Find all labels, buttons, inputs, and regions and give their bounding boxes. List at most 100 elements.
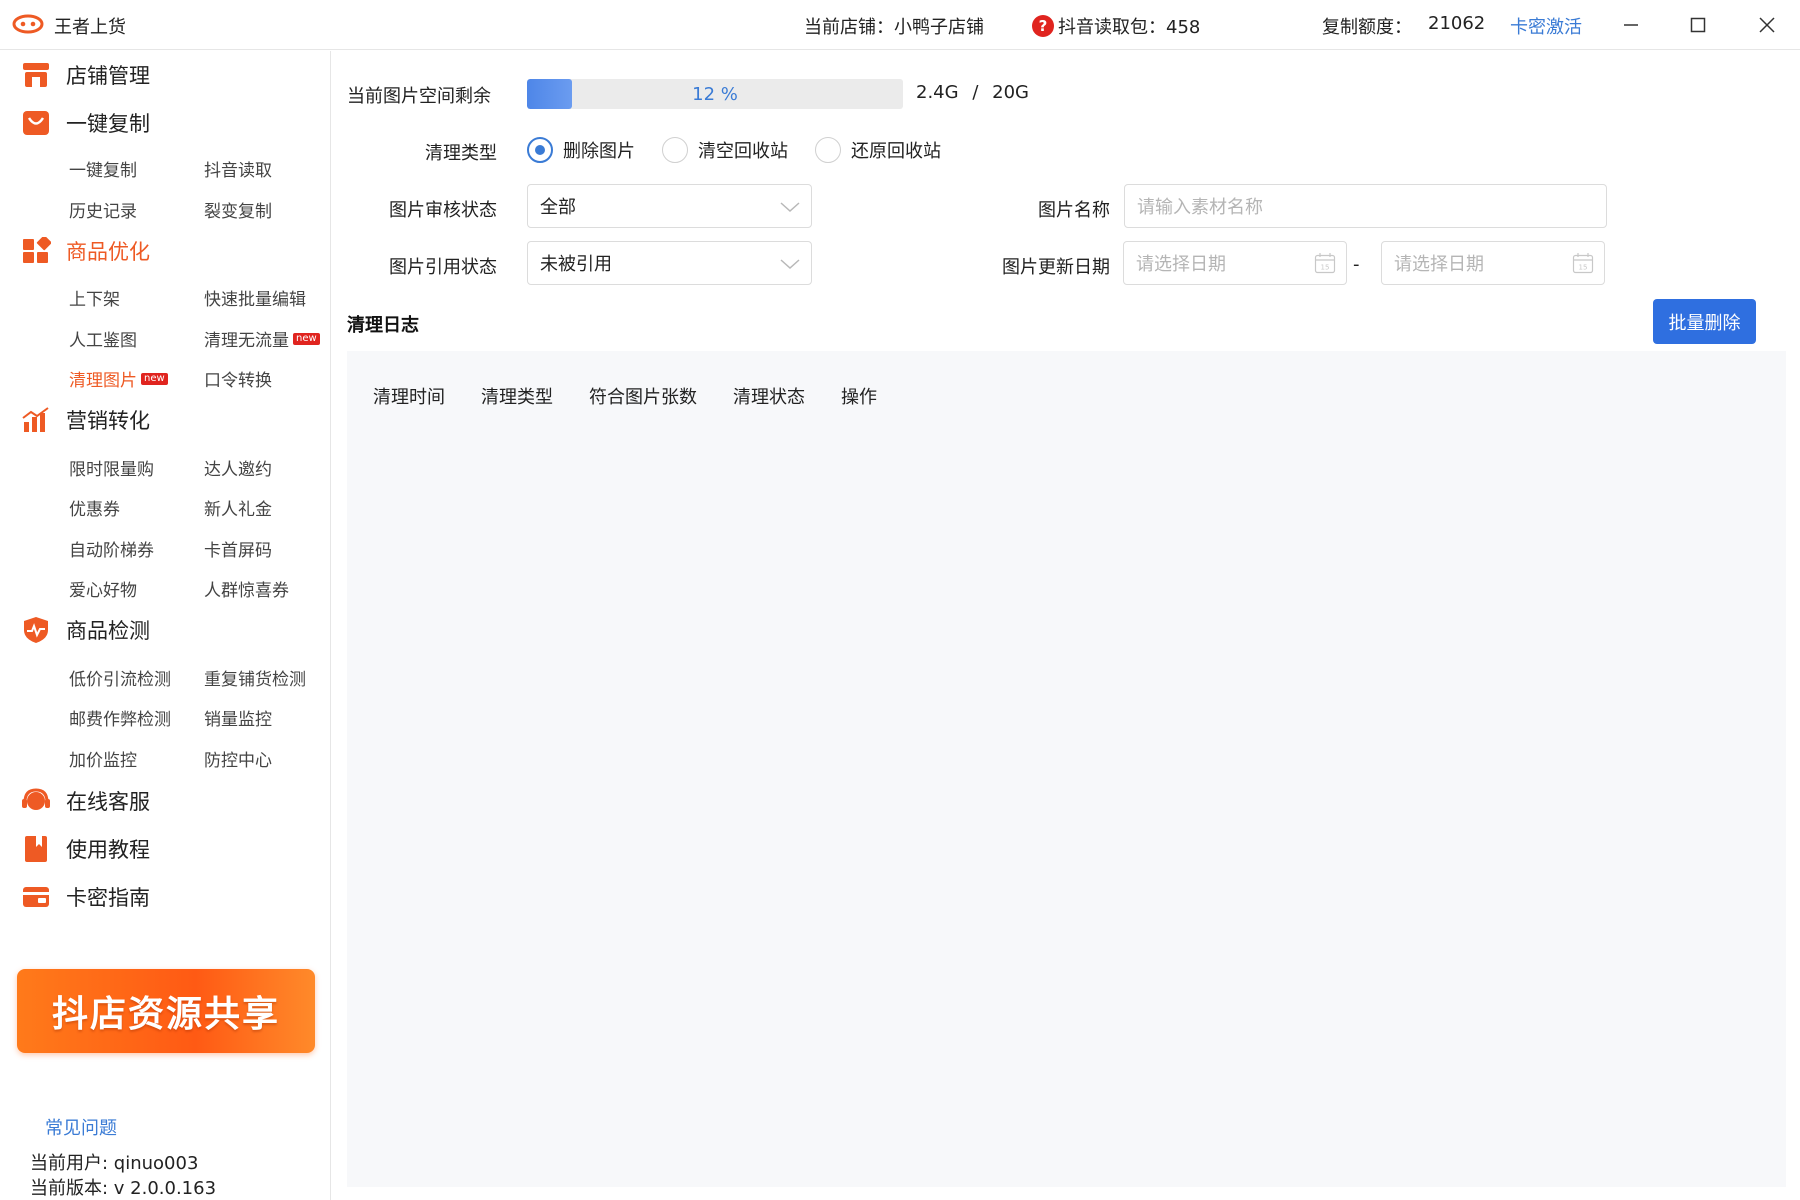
submenu-sales-monitor[interactable]: 销量监控 [204, 705, 272, 730]
submenu-influencer-invite[interactable]: 达人邀约 [204, 455, 272, 480]
sidebar-group-support[interactable]: 在线客服 [20, 786, 150, 816]
date-placeholder: 请选择日期 [1394, 254, 1484, 275]
submenu-clean-no-traffic[interactable]: 清理无流量 new [204, 326, 320, 351]
maximize-button[interactable] [1675, 8, 1721, 42]
capacity-text: 2.4G / 20G [916, 82, 1029, 103]
bag-icon [20, 108, 52, 138]
minimize-button[interactable] [1608, 8, 1654, 42]
column-clean-type[interactable]: 清理类型 [481, 383, 553, 409]
radio-label: 删除图片 [563, 141, 635, 162]
chart-icon [20, 405, 52, 435]
radio-dot [527, 137, 553, 163]
quota-value: 21062 [1428, 13, 1486, 34]
card-icon [20, 882, 52, 912]
faq-link[interactable]: 常见问题 [45, 1114, 117, 1140]
radio-restore-recycle-bin[interactable]: 还原回收站 [815, 137, 941, 163]
submenu-first-screen-code[interactable]: 卡首屏码 [204, 536, 272, 561]
sidebar-group-label: 商品优化 [66, 240, 150, 264]
svg-text:15: 15 [1321, 264, 1330, 272]
sidebar-group-store[interactable]: 店铺管理 [20, 60, 150, 90]
close-button[interactable] [1744, 8, 1790, 42]
capacity-used: 2.4G [916, 82, 959, 103]
submenu-duplicate-detect[interactable]: 重复铺货检测 [204, 665, 306, 690]
help-icon[interactable]: ? [1032, 15, 1054, 37]
submenu-price-monitor[interactable]: 加价监控 [69, 746, 137, 771]
sidebar-group-detect[interactable]: 商品检测 [20, 615, 150, 645]
sidebar-group-label: 使用教程 [66, 838, 150, 862]
clean-log-title: 清理日志 [347, 315, 419, 336]
column-clean-time[interactable]: 清理时间 [373, 383, 445, 409]
submenu-label: 清理无流量 [204, 331, 289, 351]
image-name-input[interactable]: 请输入素材名称 [1124, 184, 1607, 228]
sidebar-group-label: 营销转化 [66, 409, 150, 433]
new-badge: new [293, 332, 320, 345]
calendar-icon: 15 [1314, 253, 1336, 274]
maximize-icon [1690, 17, 1706, 33]
minimize-icon [1624, 24, 1638, 26]
radio-empty-recycle-bin[interactable]: 清空回收站 [662, 137, 788, 163]
end-date-input[interactable]: 请选择日期 15 [1381, 241, 1605, 285]
reference-status-label: 图片引用状态 [389, 257, 497, 278]
submenu-shipping-fraud-detect[interactable]: 邮费作弊检测 [69, 705, 171, 730]
title-bar: 王者上货 当前店铺：小鸭子店铺 ? 抖音读取包：458 复制额度： 21062 … [0, 0, 1800, 50]
submenu-manual-image-check[interactable]: 人工鉴图 [69, 326, 137, 351]
date-range-separator: - [1353, 254, 1360, 275]
date-placeholder: 请选择日期 [1136, 254, 1226, 275]
capacity-total: 20G [992, 82, 1029, 103]
sidebar-group-label: 商品检测 [66, 619, 150, 643]
submenu-love-goods[interactable]: 爱心好物 [69, 576, 137, 601]
sidebar-group-card-guide[interactable]: 卡密指南 [20, 882, 150, 912]
headset-icon [20, 786, 52, 816]
current-store: 当前店铺：小鸭子店铺 [804, 17, 984, 38]
sidebar-group-optimize[interactable]: 商品优化 [20, 236, 150, 266]
calendar-icon: 15 [1572, 253, 1594, 274]
submenu-coupon[interactable]: 优惠券 [69, 495, 120, 520]
start-date-input[interactable]: 请选择日期 15 [1123, 241, 1347, 285]
select-value: 未被引用 [540, 254, 612, 275]
app-title: 王者上货 [54, 17, 126, 38]
store-icon [20, 60, 52, 90]
submenu-shelf[interactable]: 上下架 [69, 285, 120, 310]
audit-status-select[interactable]: 全部 [527, 184, 812, 228]
batch-delete-button[interactable]: 批量删除 [1653, 299, 1756, 344]
submenu-label: 清理图片 [69, 371, 137, 391]
sidebar-group-label: 在线客服 [66, 790, 150, 814]
current-user: 当前用户: qinuo003 [30, 1153, 199, 1174]
chevron-down-icon [780, 202, 800, 213]
submenu-risk-center[interactable]: 防控中心 [204, 746, 272, 771]
submenu-one-click-copy[interactable]: 一键复制 [69, 156, 137, 181]
submenu-flash-sale[interactable]: 限时限量购 [69, 455, 154, 480]
submenu-fission-copy[interactable]: 裂变复制 [204, 197, 272, 222]
radio-label: 清空回收站 [698, 141, 788, 162]
clean-log-table [347, 351, 1786, 1187]
sidebar-group-copy[interactable]: 一键复制 [20, 108, 150, 138]
submenu-token-convert[interactable]: 口令转换 [204, 366, 272, 391]
sidebar-group-label: 卡密指南 [66, 886, 150, 910]
select-value: 全部 [540, 197, 576, 218]
submenu-clean-images[interactable]: 清理图片 new [69, 366, 168, 391]
reference-status-select[interactable]: 未被引用 [527, 241, 812, 285]
submenu-history[interactable]: 历史记录 [69, 197, 137, 222]
sidebar-group-marketing[interactable]: 营销转化 [20, 405, 150, 435]
progress-percent: 12 % [692, 83, 738, 105]
submenu-batch-edit[interactable]: 快速批量编辑 [204, 285, 306, 310]
submenu-crowd-surprise[interactable]: 人群惊喜券 [204, 576, 289, 601]
column-clean-status[interactable]: 清理状态 [733, 383, 805, 409]
sidebar-group-label: 一键复制 [66, 112, 150, 136]
douyin-package: ? 抖音读取包：458 [1032, 13, 1200, 39]
submenu-douyin-read[interactable]: 抖音读取 [204, 156, 272, 181]
audit-status-label: 图片审核状态 [389, 200, 497, 221]
radio-delete-images[interactable]: 删除图片 [527, 137, 635, 163]
banner-text: 抖店资源共享 [51, 994, 280, 1035]
sidebar-group-tutorial[interactable]: 使用教程 [20, 834, 150, 864]
column-actions[interactable]: 操作 [841, 383, 877, 409]
submenu-newcomer-gift[interactable]: 新人礼金 [204, 495, 272, 520]
submenu-low-price-detect[interactable]: 低价引流检测 [69, 665, 171, 690]
column-matched-count[interactable]: 符合图片张数 [589, 383, 697, 409]
activate-card-link[interactable]: 卡密激活 [1510, 13, 1582, 39]
clean-type-label: 清理类型 [425, 143, 497, 164]
submenu-tiered-coupon[interactable]: 自动阶梯券 [69, 536, 154, 561]
app-logo-icon [12, 14, 44, 34]
resource-share-banner[interactable]: 抖店资源共享 [17, 969, 315, 1053]
close-icon [1759, 17, 1775, 33]
